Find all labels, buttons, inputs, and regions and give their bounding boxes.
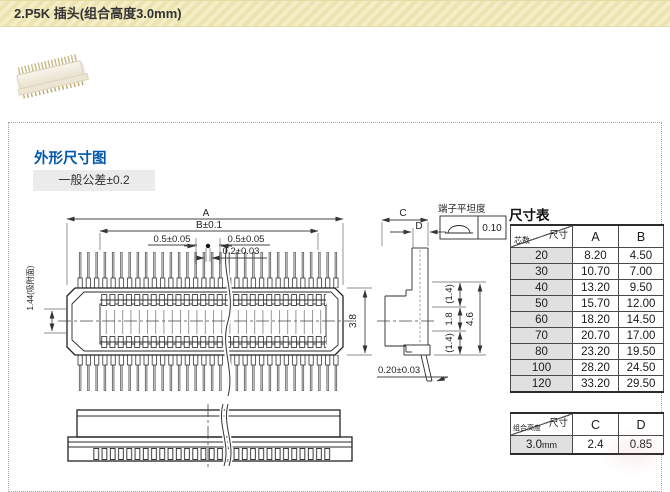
height-table: 尺寸 组合高度 C D 3.0mm 2.4 0.85 <box>510 412 664 455</box>
cores-cell: 40 <box>510 279 573 296</box>
corner-label-size: 尺寸 <box>548 418 568 429</box>
dim-center-gap: 0.2±0.03 <box>223 246 260 257</box>
b-cell: 17.00 <box>618 327 664 344</box>
b-cell: 12.00 <box>618 295 664 312</box>
b-cell: 29.50 <box>618 375 664 393</box>
col-header-B: B <box>618 224 664 248</box>
cores-cell: 30 <box>510 263 573 280</box>
size-table: 尺寸 芯数 A B 20 8.20 4.50 30 10.70 7.00 40 13.20… <box>510 224 664 393</box>
dim-body-width: 3.8 <box>348 314 359 328</box>
b-cell: 19.50 <box>618 343 664 360</box>
dim-flange-thickness: 0.20±0.03 <box>378 365 420 376</box>
col-header-C: C <box>572 412 619 436</box>
table-row: 70 20.70 17.00 <box>510 327 664 344</box>
a-cell: 18.20 <box>572 311 619 328</box>
dim-suction-face: 1.44(吸附面) <box>25 265 35 310</box>
table-row: 120 33.20 29.50 <box>510 375 664 393</box>
front-view <box>67 403 353 468</box>
dim-C: C <box>399 208 406 219</box>
datum-dot <box>205 243 211 249</box>
b-cell: 7.00 <box>618 263 664 280</box>
table-row: 50 15.70 12.00 <box>510 295 664 312</box>
connector-image <box>13 52 92 105</box>
height-unit: mm <box>542 439 557 450</box>
solder-leads <box>92 448 331 460</box>
cores-cell: 120 <box>510 375 573 393</box>
outline-drawing: A B±0.1 0.5±0.05 0.5±0.05 0.2±0.03 3.8 1… <box>25 203 507 468</box>
dim-D: D <box>415 221 422 232</box>
top-view: A B±0.1 0.5±0.05 0.5±0.05 0.2±0.03 3.8 1… <box>25 208 372 397</box>
size-table-corner-cell: 尺寸 芯数 <box>510 224 573 248</box>
table-row: 80 23.20 19.50 <box>510 343 664 360</box>
table-row: 20 8.20 4.50 <box>510 247 664 264</box>
table-row: 60 18.20 14.50 <box>510 311 664 328</box>
a-cell: 20.70 <box>572 327 619 344</box>
cores-cell: 70 <box>510 327 573 344</box>
height-value: 3.0 <box>526 438 542 451</box>
panel-title: 外形尺寸图 <box>34 151 107 167</box>
corner-label-size: 尺寸 <box>548 230 568 241</box>
dim-pitch-left: 0.5±0.05 <box>154 234 191 245</box>
flatness-symbol-icon <box>447 225 471 234</box>
flatness-label: 端子平坦度 <box>438 203 486 215</box>
col-header-A: A <box>572 224 619 248</box>
tolerance-note: 一般公差±0.2 <box>33 170 155 191</box>
a-cell: 10.70 <box>572 263 619 280</box>
a-cell: 13.20 <box>572 279 619 296</box>
dim-A: A <box>203 208 210 219</box>
height-table-corner-cell: 尺寸 组合高度 <box>510 412 573 436</box>
dim-pitch-right: 0.5±0.05 <box>228 234 265 245</box>
a-cell: 15.70 <box>572 295 619 312</box>
a-cell: 23.20 <box>572 343 619 360</box>
dim-stack-mid: 1.8 <box>444 312 455 325</box>
table-row: 30 10.70 7.00 <box>510 263 664 280</box>
b-cell: 4.50 <box>618 247 664 264</box>
cores-cell: 60 <box>510 311 573 328</box>
dim-stack-total: 4.6 <box>465 312 476 326</box>
b-cell: 14.50 <box>618 311 664 328</box>
table-row: 40 13.20 9.50 <box>510 279 664 296</box>
b-cell: 24.50 <box>618 359 664 376</box>
cores-cell: 20 <box>510 247 573 264</box>
table-row: 3.0mm 2.4 0.85 <box>510 435 664 455</box>
top-pin-row <box>76 252 341 288</box>
flatness-value: 0.10 <box>482 223 502 234</box>
contact-slots <box>102 310 324 334</box>
dim-B: B±0.1 <box>196 220 222 231</box>
cores-cell: 100 <box>510 359 573 376</box>
a-cell: 8.20 <box>572 247 619 264</box>
table-row: 100 28.20 24.50 <box>510 359 664 376</box>
a-cell: 28.20 <box>572 359 619 376</box>
corner-label-cores: 芯数 <box>514 236 530 245</box>
a-cell: 33.20 <box>572 375 619 393</box>
cores-cell: 80 <box>510 343 573 360</box>
cores-cell: 50 <box>510 295 573 312</box>
dim-stack-bot: (1.4) <box>444 333 455 353</box>
dim-stack-top: (1.4) <box>444 284 455 304</box>
b-cell: 9.50 <box>618 279 664 296</box>
height-cell: 3.0mm <box>510 435 573 455</box>
corner-label-stack-height: 组合高度 <box>513 425 541 432</box>
col-header-D: D <box>618 412 664 436</box>
bottom-pin-row <box>76 355 341 391</box>
size-table-title: 尺寸表 <box>509 208 550 223</box>
section-header-bar: 2.P5K 插头(组合高度3.0mm) <box>0 0 670 27</box>
section-header-title: 2.P5K 插头(组合高度3.0mm) <box>14 6 182 21</box>
product-photo <box>14 53 92 102</box>
side-view: C D 端子平坦度 0.10 (1.4) 1.8 (1.4) 4.6 0.20±… <box>377 203 507 382</box>
c-cell: 2.4 <box>572 435 619 455</box>
d-cell: 0.85 <box>618 435 664 455</box>
